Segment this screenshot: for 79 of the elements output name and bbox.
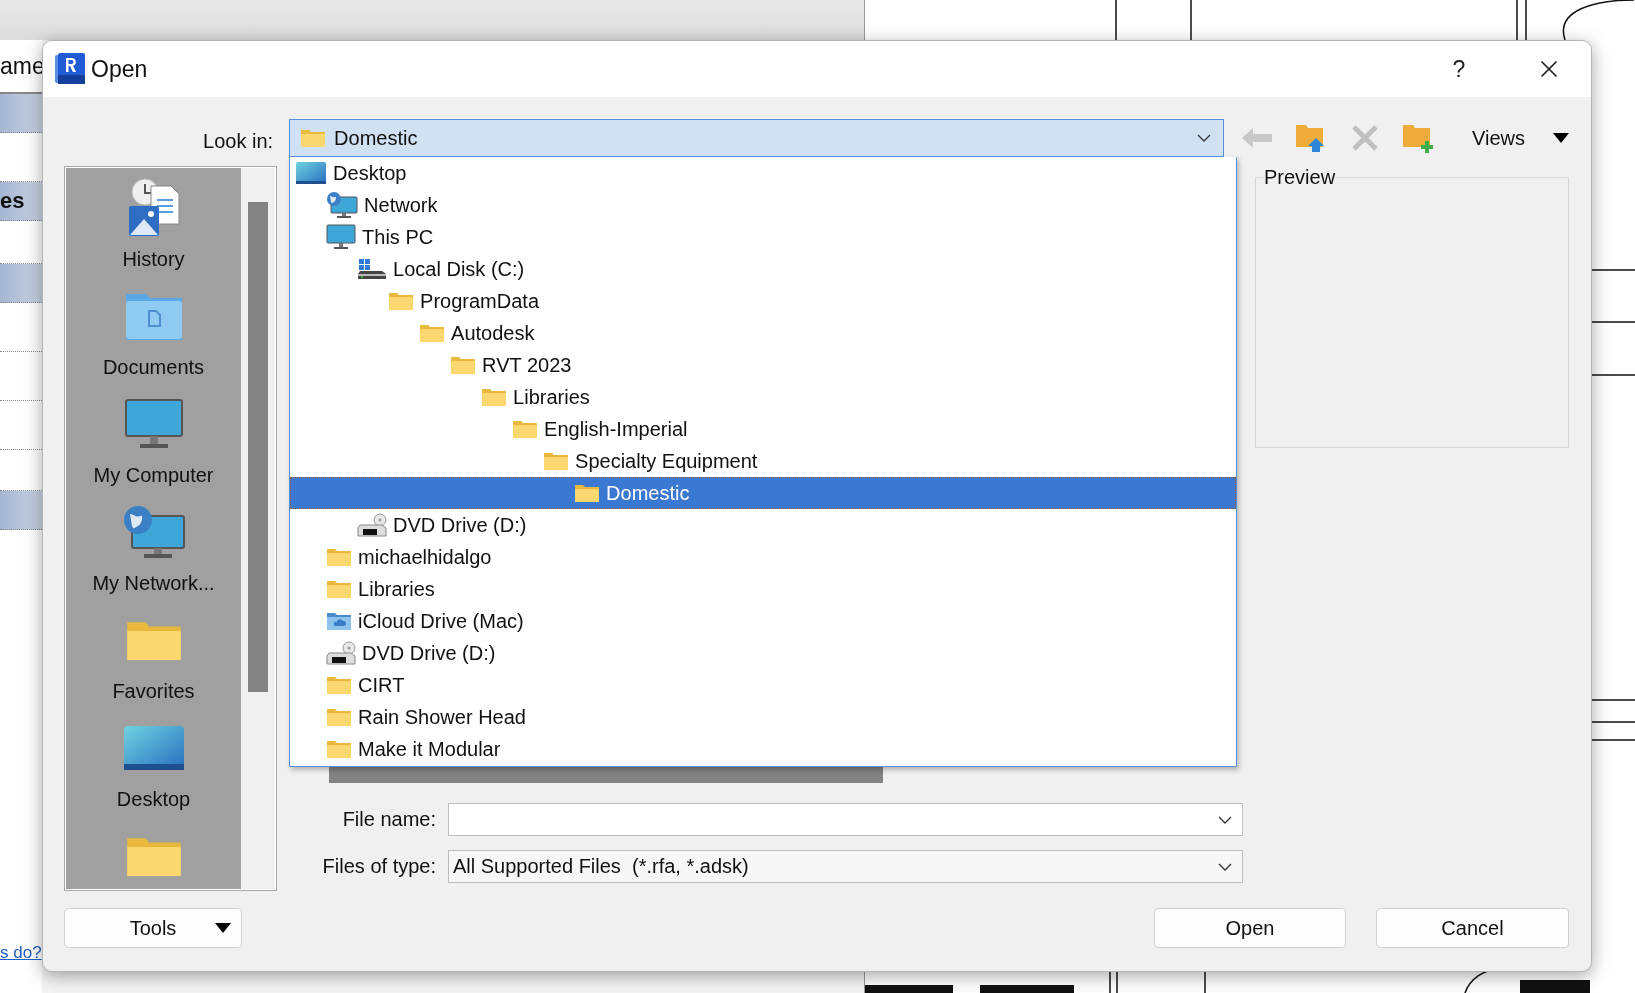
network-icon [326, 191, 359, 219]
tree-item[interactable]: RVT 2023 [290, 349, 1237, 381]
tree-item[interactable]: ProgramData [290, 285, 1237, 317]
places-item[interactable]: Documents [66, 282, 241, 390]
list-row [0, 264, 42, 303]
tree-item[interactable]: Make it Modular [290, 733, 1237, 765]
file-type-dropdown[interactable]: All Supported Files (*.rfa, *.adsk) [448, 850, 1243, 883]
folder-icon [450, 355, 477, 375]
look-in-label: Look in: [202, 128, 274, 153]
window-title: Open [91, 55, 149, 83]
drive-icon [357, 258, 388, 280]
cancel-button[interactable]: Cancel [1376, 908, 1569, 948]
back-arrow-icon [1241, 127, 1273, 149]
file-name-label: File name: [341, 808, 436, 831]
places-item[interactable]: Favorites [66, 606, 241, 714]
folder-icon [326, 707, 353, 727]
folder-icon [326, 547, 353, 567]
tree-item[interactable]: English-Imperial [290, 413, 1237, 445]
new-folder-icon [1402, 123, 1436, 153]
network-icon [121, 504, 186, 560]
folder-icon [326, 579, 353, 599]
views-menu-button[interactable]: Views [1462, 126, 1569, 150]
app-logo-icon [55, 53, 85, 85]
caret-icon [1553, 133, 1569, 143]
preview-label: Preview [1264, 166, 1336, 189]
folder-icon [419, 323, 446, 343]
file-name-field[interactable] [448, 803, 1243, 836]
places-item[interactable]: My Network... [66, 498, 241, 606]
folder-icon [512, 419, 539, 439]
list-row [0, 491, 42, 530]
folder-icon [481, 387, 508, 407]
chevron-down-icon [1197, 134, 1211, 142]
documents-folder-icon [124, 291, 183, 341]
row-label: es [0, 188, 25, 214]
desktop-icon [295, 161, 328, 185]
desktop-icon [121, 724, 186, 772]
tools-button[interactable]: Tools [64, 908, 242, 948]
help-link[interactable]: s do? [0, 943, 42, 963]
delete-icon [1351, 124, 1379, 152]
folder-icon [543, 451, 570, 471]
tree-item[interactable]: Specialty Equipment [290, 445, 1237, 477]
look-in-dropdown[interactable]: Domestic [289, 119, 1224, 157]
caret-icon [215, 923, 231, 933]
scrollbar-thumb[interactable] [248, 202, 268, 692]
folder-up-icon [1295, 123, 1327, 153]
folder-icon [388, 291, 415, 311]
dvd-drive-icon [326, 641, 357, 665]
help-button[interactable]: ? [1429, 46, 1489, 92]
tree-item[interactable]: Network [290, 189, 1237, 221]
tree-item[interactable]: Autodesk [290, 317, 1237, 349]
cloud-folder-icon [326, 611, 353, 631]
tree-item[interactable]: Desktop [290, 157, 1237, 189]
monitor-icon [326, 224, 357, 250]
open-button[interactable]: Open [1154, 908, 1346, 948]
folder-icon [326, 739, 353, 759]
places-item[interactable]: History [66, 174, 241, 282]
places-item[interactable]: Desktop [66, 714, 241, 822]
dvd-drive-icon [357, 513, 388, 537]
tree-item[interactable]: DVD Drive (D:) [290, 637, 1237, 669]
tree-item[interactable]: michaelhidalgo [290, 541, 1237, 573]
monitor-icon [123, 398, 184, 450]
tree-item[interactable]: Libraries [290, 381, 1237, 413]
tree-item[interactable]: Local Disk (C:) [290, 253, 1237, 285]
tree-item[interactable]: Rain Shower Head [290, 701, 1237, 733]
tree-item[interactable]: This PC [290, 221, 1237, 253]
tree-item[interactable]: DVD Drive (D:) [290, 509, 1237, 541]
chevron-down-icon [1218, 815, 1232, 824]
tree-item[interactable]: Libraries [290, 573, 1237, 605]
places-item[interactable]: My Computer [66, 390, 241, 498]
tab-label: ame [0, 52, 45, 80]
file-type-label: Files of type: [321, 855, 436, 878]
folder-icon [326, 675, 353, 695]
folder-icon [300, 128, 327, 148]
tree-item[interactable]: CIRT [290, 669, 1237, 701]
folder-icon [574, 483, 601, 503]
chevron-down-icon [1218, 862, 1232, 871]
tree-item[interactable]: iCloud Drive (Mac) [290, 605, 1237, 637]
scrollbar-thumb[interactable] [329, 767, 883, 783]
tree-item[interactable]: Domestic [290, 477, 1237, 509]
